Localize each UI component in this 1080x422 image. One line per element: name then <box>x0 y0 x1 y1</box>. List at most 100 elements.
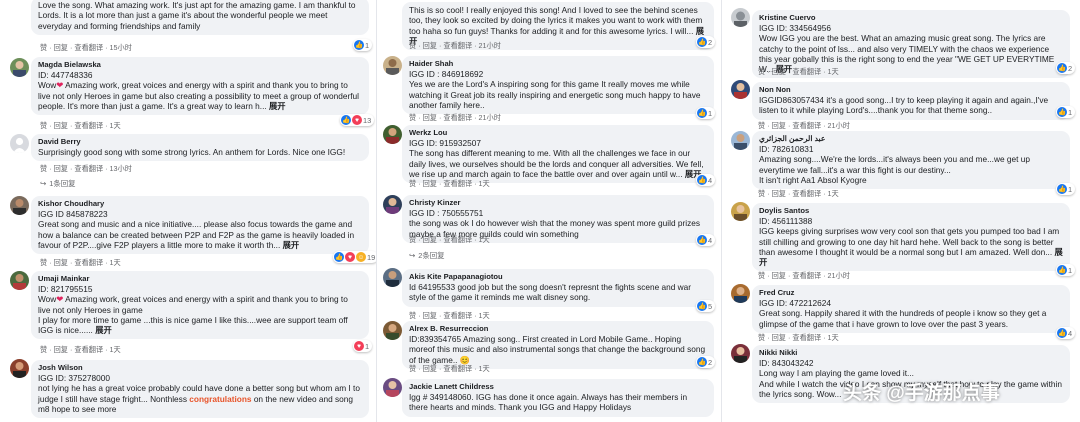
avatar[interactable] <box>383 378 402 397</box>
avatar[interactable] <box>383 268 402 287</box>
reaction-count[interactable]: 👍 4 <box>1056 327 1076 339</box>
comment-bubble: Kishor Choudhary IGG ID 845878223 Great … <box>31 196 369 255</box>
reaction-count[interactable]: 👍 1 <box>353 39 373 51</box>
avatar[interactable] <box>10 58 29 77</box>
comment-bubble: Alrex B. Resurreccion ID:839354765 Amazi… <box>402 321 714 369</box>
reply-link[interactable]: 回复 <box>54 43 68 52</box>
reaction-count[interactable]: 👍 1 <box>1056 183 1076 195</box>
reply-link[interactable]: 回复 <box>423 113 437 122</box>
avatar[interactable] <box>10 359 29 378</box>
reaction-count[interactable]: 👍 4 <box>696 174 716 186</box>
avatar[interactable] <box>731 344 750 363</box>
comment-time: 1天 <box>478 235 490 244</box>
commenter-name[interactable]: Non Non <box>759 85 1063 95</box>
comment-text: This is so cool! I really enjoyed this s… <box>409 5 705 46</box>
reply-link[interactable]: 回复 <box>54 121 68 130</box>
reaction-count[interactable]: 👍 2 <box>1056 62 1076 74</box>
reply-link[interactable]: 回复 <box>423 179 437 188</box>
reaction-count[interactable]: 👍 1 <box>1056 264 1076 276</box>
reply-link[interactable]: 回复 <box>423 235 437 244</box>
commenter-name[interactable]: Kishor Choudhary <box>38 199 362 209</box>
commenter-name[interactable]: Haider Shah <box>409 59 707 69</box>
highlighted-word[interactable]: congratulations <box>189 394 251 404</box>
comment-actions: 赞 · 回复 · 查看翻译 · 1天 <box>409 364 490 373</box>
avatar[interactable] <box>731 131 750 150</box>
reaction-count[interactable]: 👍 ♥ 13 <box>340 114 375 126</box>
avatar[interactable] <box>383 321 402 340</box>
comment-actions: 赞 · 回复 · 查看翻译 · 1天 <box>40 345 121 354</box>
commenter-id: IGG ID 845878223 <box>38 209 108 219</box>
comment-bubble: Umaji Mainkar ID: 821795515 Wow❤ Amazing… <box>31 271 369 340</box>
translate-link[interactable]: 查看翻译 <box>74 121 103 130</box>
commenter-name[interactable]: Magda Bielawska <box>38 60 362 70</box>
avatar[interactable] <box>731 284 750 303</box>
reply-link[interactable]: 回复 <box>772 271 786 280</box>
translate-link[interactable]: 查看翻译 <box>74 164 103 173</box>
commenter-name[interactable]: Kristine Cuervo <box>759 13 1063 23</box>
commenter-name[interactable]: Jackie Lanett Childress <box>409 382 707 392</box>
thumbs-up-icon: 👍 <box>1057 107 1067 117</box>
heart-icon: ♥ <box>345 252 355 262</box>
commenter-name[interactable]: Nikki Nikki <box>759 348 1063 358</box>
avatar[interactable] <box>731 80 750 99</box>
reaction-count[interactable]: 👍 ♥ ☺ 19 <box>333 251 376 263</box>
reaction-count[interactable]: ♥ 1 <box>353 340 373 352</box>
reaction-count[interactable]: 👍 1 <box>696 107 716 119</box>
comment-actions: 赞 · 回复 · 查看翻译 · 13小时 <box>40 164 132 173</box>
commenter-name[interactable]: Akis Kite Papapanagiotou <box>409 272 707 282</box>
reaction-count[interactable]: 👍 2 <box>696 36 716 48</box>
commenter-name[interactable]: Doylis Santos <box>759 206 1063 216</box>
expand-link[interactable]: 展开 <box>95 325 112 335</box>
commenter-name[interactable]: Christy Kinzer <box>409 198 707 208</box>
avatar[interactable] <box>383 56 402 75</box>
commenter-name[interactable]: Werkz Lou <box>409 128 707 138</box>
reply-link[interactable]: 回复 <box>772 189 786 198</box>
translate-link[interactable]: 查看翻译 <box>443 179 472 188</box>
view-replies-link[interactable]: ↪ 2条回复 <box>409 250 445 261</box>
reaction-count[interactable]: 👍 4 <box>696 234 716 246</box>
comment-bubble: Non Non IGGID863057434 it's a good song.… <box>752 82 1070 120</box>
comment-time: 1天 <box>109 121 121 130</box>
comment-text: The song has different meaning to me. Wi… <box>409 148 704 179</box>
comment-actions: 赞 · 回复 · 查看翻译 · 1天 <box>40 258 121 267</box>
commenter-name[interactable]: Umaji Mainkar <box>38 274 362 284</box>
translate-link[interactable]: 查看翻译 <box>443 235 472 244</box>
translate-link[interactable]: 查看翻译 <box>74 345 103 354</box>
translate-link[interactable]: 查看翻译 <box>443 364 472 373</box>
reaction-count[interactable]: 👍 2 <box>696 356 716 368</box>
translate-link[interactable]: 查看翻译 <box>74 43 103 52</box>
avatar[interactable] <box>383 125 402 144</box>
reply-link[interactable]: 回复 <box>54 345 68 354</box>
avatar[interactable] <box>731 202 750 221</box>
translate-link[interactable]: 查看翻译 <box>74 258 103 267</box>
avatar[interactable] <box>10 271 29 290</box>
commenter-name[interactable]: عبد الرحمن الجزائري <box>759 134 1063 144</box>
comment-item: Non Non IGGID863057434 it's a good song.… <box>721 76 1080 130</box>
translate-link[interactable]: 查看翻译 <box>792 67 821 76</box>
translate-link[interactable]: 查看翻译 <box>443 41 472 50</box>
commenter-name[interactable]: Fred Cruz <box>759 288 1063 298</box>
reply-link[interactable]: 回复 <box>423 41 437 50</box>
expand-link[interactable]: 展开 <box>269 101 286 111</box>
reaction-count[interactable]: 👍 1 <box>1056 106 1076 118</box>
translate-link[interactable]: 查看翻译 <box>792 271 821 280</box>
translate-link[interactable]: 查看翻译 <box>792 189 821 198</box>
reply-link[interactable]: 回复 <box>423 364 437 373</box>
avatar[interactable] <box>383 195 402 214</box>
commenter-name[interactable]: Alrex B. Resurreccion <box>409 324 707 334</box>
comment-time: 13小时 <box>109 164 132 173</box>
avatar[interactable] <box>10 134 29 153</box>
reply-link[interactable]: 回复 <box>772 67 786 76</box>
commenter-id: ID: 821795515 <box>38 284 93 294</box>
avatar[interactable] <box>10 196 29 215</box>
expand-link[interactable]: 展开 <box>283 240 300 250</box>
translate-link[interactable]: 查看翻译 <box>443 113 472 122</box>
commenter-name[interactable]: Josh Wilson <box>38 363 362 373</box>
reply-link[interactable]: 回复 <box>54 258 68 267</box>
view-replies-link[interactable]: ↪ 1条回复 <box>40 178 76 189</box>
reaction-count[interactable]: 👍 5 <box>696 300 716 312</box>
reply-link[interactable]: 回复 <box>54 164 68 173</box>
avatar[interactable] <box>731 8 750 27</box>
comment-item: David Berry Surprisingly good song with … <box>0 130 376 192</box>
commenter-name[interactable]: David Berry <box>38 137 362 147</box>
